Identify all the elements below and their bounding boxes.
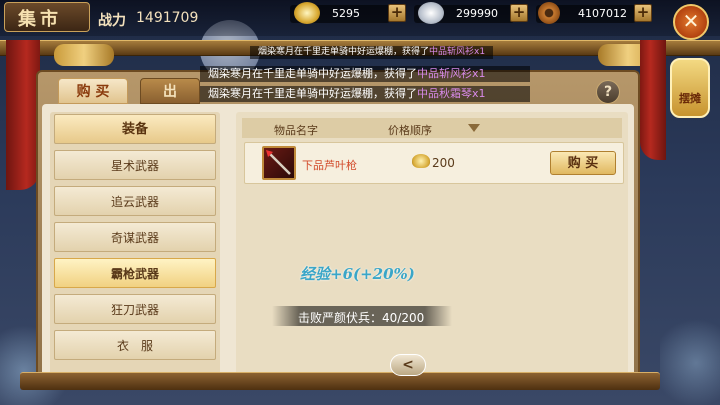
flower-decoration-right: [660, 300, 720, 405]
add-silver-button[interactable]: +: [510, 4, 528, 22]
gold-ingot-icon: [294, 2, 320, 24]
quest-progress-text: 击败严颜伏兵：40/200: [298, 311, 425, 325]
copper-coin-icon: [538, 2, 560, 24]
category-item[interactable]: 追云武器: [54, 186, 216, 216]
silver-ingot-value: 299990: [456, 7, 498, 20]
silver-ingot-icon: [418, 2, 444, 24]
notice-text: 烟染寒月在千里走单骑中好运爆棚，获得了: [208, 67, 417, 80]
spear-icon-graphic: [266, 150, 291, 175]
page-title: 集市: [18, 9, 62, 30]
tab-sell[interactable]: 出: [140, 78, 200, 104]
help-button[interactable]: ?: [596, 80, 620, 104]
system-notice-2: 烟染寒月在千里走单骑中好运爆棚，获得了中品秋霜琴x1: [200, 86, 530, 102]
bottom-beam-decoration: [20, 372, 660, 390]
dragon-ornament-left: [54, 44, 114, 66]
curtain-right: [640, 40, 666, 160]
buy-button[interactable]: 购 买: [550, 151, 616, 175]
system-notice-1: 烟染寒月在千里走单骑中好运爆棚，获得了中品斩风衫x1: [200, 66, 530, 82]
sort-icon[interactable]: [468, 124, 480, 132]
notice-item: 中品斩风衫x1: [429, 47, 486, 57]
power-value: 1491709: [136, 10, 199, 26]
notice-text: 烟染寒月在千里走单骑中好运爆棚，获得了: [258, 47, 430, 57]
category-header-equipment[interactable]: 装备: [54, 114, 216, 144]
item-name: 下品芦叶枪: [302, 159, 357, 172]
item-price: 200: [432, 156, 455, 170]
chat-toggle-button[interactable]: <: [390, 354, 426, 376]
stall-label: 摆摊: [679, 92, 701, 105]
notice-item: 中品秋霜琴x1: [417, 87, 486, 100]
category-item[interactable]: 狂刀武器: [54, 294, 216, 324]
tab-buy[interactable]: 购 买: [58, 78, 128, 104]
column-header-price[interactable]: 价格顺序: [388, 122, 432, 138]
category-item[interactable]: 星术武器: [54, 150, 216, 180]
copper-coin-value: 4107012: [578, 7, 627, 20]
spear-icon: [262, 146, 296, 180]
category-item-active[interactable]: 霸枪武器: [54, 258, 216, 288]
notice-text: 烟染寒月在千里走单骑中好运爆棚，获得了: [208, 87, 417, 100]
notice-item: 中品斩风衫x1: [417, 67, 486, 80]
add-gold-button[interactable]: +: [388, 4, 406, 22]
add-copper-button[interactable]: +: [634, 4, 652, 22]
stall-button[interactable]: 摆摊: [670, 58, 710, 118]
curtain-left: [6, 40, 40, 190]
category-item[interactable]: 衣 服: [54, 330, 216, 360]
gold-ingot-value: 5295: [332, 7, 360, 20]
exp-gain-text: 经验+6(+20%): [300, 265, 415, 283]
gold-ingot-icon: [412, 154, 430, 168]
column-header-name: 物品名字: [274, 124, 318, 137]
category-item[interactable]: 奇谋武器: [54, 222, 216, 252]
power-label: 战力: [98, 13, 126, 29]
close-button[interactable]: ✕: [673, 4, 709, 40]
system-notice-top: 烟染寒月在千里走单骑中好运爆棚，获得了中品斩风衫x1: [250, 46, 494, 59]
